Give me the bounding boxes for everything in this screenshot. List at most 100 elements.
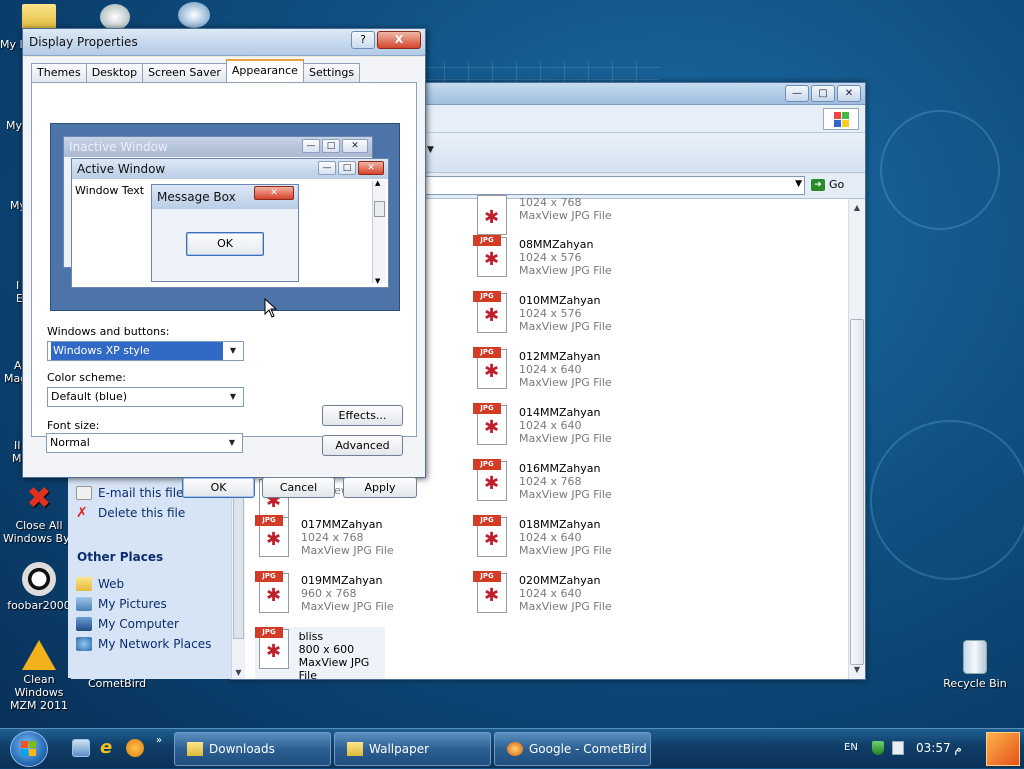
preview-inactive-title: Inactive Window <box>69 140 168 154</box>
dialog-close-button[interactable]: X <box>377 31 421 49</box>
place-label: My Computer <box>98 617 179 631</box>
file-type: MaxView JPG File <box>301 600 394 613</box>
toolbar-dropdown-arrow-icon[interactable]: ▼ <box>427 145 434 155</box>
list-item[interactable]: JPG ✱ 016MMZahyan 1024 x 768 MaxView JPG Fi… <box>473 459 612 511</box>
warning-triangle-icon <box>22 640 56 670</box>
tab-screen-saver[interactable]: Screen Saver <box>142 63 227 82</box>
close-button[interactable]: ✕ <box>837 85 861 102</box>
file-name: 010MMZahyan <box>519 294 601 307</box>
delete-file-label: Delete this file <box>98 506 186 520</box>
desktop-wallpaper-swirl <box>870 420 1024 580</box>
address-dropdown-icon[interactable]: ▼ <box>795 179 802 189</box>
ok-button[interactable]: OK <box>182 477 255 498</box>
list-item[interactable]: JPG ✱ 08MMZahyan 1024 x 576 MaxView JPG Fil… <box>473 235 612 287</box>
jpg-file-icon: JPG ✱ <box>255 627 289 669</box>
preview-ok-button: OK <box>186 232 264 256</box>
taskbar-button-downloads[interactable]: Downloads <box>174 732 331 766</box>
clock[interactable]: 03:57 م <box>916 741 962 755</box>
cancel-button[interactable]: Cancel <box>262 477 335 498</box>
list-item[interactable]: JPG ✱ 014MMZahyan 1024 x 640 MaxView JPG Fi… <box>473 403 612 455</box>
preview-window-text: Window Text <box>75 184 145 197</box>
tab-themes[interactable]: Themes <box>31 63 87 82</box>
language-indicator[interactable]: EN <box>844 742 858 753</box>
file-name: 08MMZahyan <box>519 238 594 251</box>
taskbar-button-cometbird[interactable]: Google - CometBird <box>494 732 651 766</box>
effects-button[interactable]: Effects... <box>322 405 403 426</box>
email-file-link[interactable]: E-mail this file <box>76 486 183 500</box>
list-item-selected[interactable]: JPG ✱ bliss 800 x 600 MaxView JPG File <box>255 627 385 682</box>
desktop-icon-close-all-windows[interactable]: ✖ Close All Windows By.. <box>0 482 78 546</box>
desktop-icon-foobar2000[interactable]: foobar2000 <box>0 562 78 612</box>
desktop-icon-label: My I <box>0 38 23 51</box>
jpg-file-icon: JPG ✱ <box>473 459 509 501</box>
place-my-computer[interactable]: My Computer <box>76 617 179 631</box>
other-places-header: Other Places <box>77 550 164 564</box>
preview-scrollbar: ▲ ▼ <box>372 179 386 285</box>
place-my-pictures[interactable]: My Pictures <box>76 597 167 611</box>
security-shield-icon[interactable] <box>872 741 884 755</box>
help-button[interactable]: ? <box>351 31 375 49</box>
preview-message-box: Message Box ✕ OK <box>151 184 299 282</box>
jpg-file-icon: JPG ✱ <box>473 347 509 389</box>
file-name: 019MMZahyan <box>301 574 383 587</box>
minimize-icon: — <box>318 161 336 175</box>
file-name: 014MMZahyan <box>519 406 601 419</box>
list-item[interactable]: JPG ✱ 017MMZahyan 1024 x 768 MaxView JPG Fi… <box>255 515 394 567</box>
file-type: MaxView JPG File <box>519 209 612 222</box>
jpg-file-icon: JPG ✱ <box>473 291 509 333</box>
list-item[interactable]: JPG ✱ 019MMZahyan 960 x 768 MaxView JPG Fil… <box>255 571 394 623</box>
font-size-value: Normal <box>50 436 90 449</box>
folder-icon <box>347 742 363 756</box>
desktop-icon-my-documents[interactable] <box>22 4 56 30</box>
delete-x-icon: ✗ <box>76 505 88 521</box>
tab-settings[interactable]: Settings <box>302 63 361 82</box>
folder-icon <box>76 577 92 591</box>
desktop-wallpaper-swirl <box>880 110 1000 230</box>
avast-icon[interactable] <box>126 739 144 757</box>
list-item[interactable]: JPG ✱ 010MMZahyan 1024 x 576 MaxView JPG Fi… <box>473 291 612 343</box>
advanced-button[interactable]: Advanced <box>322 435 403 456</box>
minimize-button[interactable]: — <box>785 85 809 102</box>
windows-buttons-label: Windows and buttons: <box>47 325 170 338</box>
close-icon: ✕ <box>254 186 294 200</box>
place-web[interactable]: Web <box>76 577 124 591</box>
desktop-icon-app[interactable] <box>178 2 210 28</box>
scroll-thumb[interactable] <box>850 319 864 665</box>
tab-desktop[interactable]: Desktop <box>85 63 144 82</box>
scroll-up-icon[interactable]: ▲ <box>849 201 865 215</box>
font-size-select[interactable]: Normal ▼ <box>46 433 243 453</box>
show-desktop-button[interactable] <box>986 732 1020 766</box>
color-scheme-select[interactable]: Default (blue) ▼ <box>47 387 244 407</box>
task-pane-scroll-down-icon[interactable]: ▼ <box>232 668 245 677</box>
windows-buttons-select[interactable]: Windows XP style ▼ <box>47 341 244 361</box>
quicklaunch-more-icon[interactable]: » <box>156 735 162 746</box>
list-item[interactable]: JPG ✱ 012MMZahyan 1024 x 640 MaxView JPG Fi… <box>473 347 612 399</box>
taskbar: e » Downloads Wallpaper Google - CometBi… <box>0 728 1024 768</box>
file-name: 016MMZahyan <box>519 462 601 475</box>
file-dimensions: 1024 x 576 <box>519 251 582 264</box>
list-item[interactable]: JPG ✱ 020MMZahyan 1024 x 640 MaxView JPG Fi… <box>473 571 612 623</box>
maximize-button[interactable]: □ <box>811 85 835 102</box>
preview-active-title-bar: Active Window — □ ✕ <box>72 159 388 179</box>
delete-file-link[interactable]: ✗ Delete this file <box>76 506 185 520</box>
start-button[interactable] <box>10 731 48 767</box>
dialog-title-bar[interactable]: Display Properties ? X <box>23 29 425 56</box>
apply-button[interactable]: Apply <box>343 477 417 498</box>
maximize-icon: □ <box>338 161 356 175</box>
show-desktop-quicklaunch-icon[interactable] <box>72 739 90 757</box>
desktop-icon-recycle-bin[interactable]: Recycle Bin <box>936 640 1014 690</box>
desktop-icon-media[interactable] <box>100 4 130 30</box>
taskbar-button-label: Downloads <box>209 742 275 756</box>
scroll-down-icon[interactable]: ▼ <box>849 663 865 677</box>
tab-appearance[interactable]: Appearance <box>225 59 304 82</box>
place-my-network-places[interactable]: My Network Places <box>76 637 211 651</box>
internet-explorer-icon[interactable]: e <box>100 739 118 757</box>
taskbar-button-wallpaper[interactable]: Wallpaper <box>334 732 491 766</box>
jpg-file-icon: JPG ✱ <box>255 571 291 613</box>
list-item[interactable]: JPG ✱ 018MMZahyan 1024 x 640 MaxView JPG Fi… <box>473 515 612 567</box>
file-list-scrollbar[interactable]: ▲ ▼ <box>848 199 865 679</box>
address-go-button[interactable]: ➜ Go <box>811 178 844 191</box>
tray-document-icon[interactable] <box>892 741 904 755</box>
file-type: MaxView JPG File <box>519 544 612 557</box>
desktop-icon-clean-windows[interactable]: Clean Windows MZM 2011 <box>0 640 78 712</box>
